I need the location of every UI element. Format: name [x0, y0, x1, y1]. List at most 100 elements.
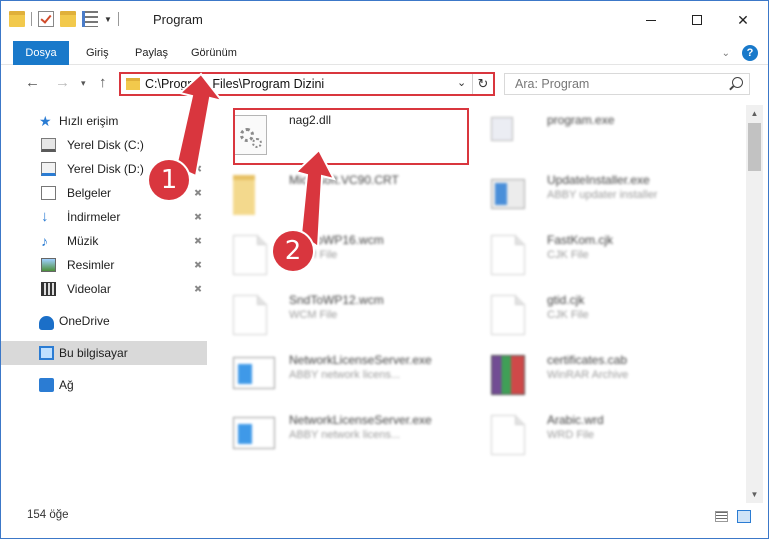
- documents-icon: [41, 186, 56, 200]
- exe-icon: [491, 179, 525, 209]
- folder-icon: [9, 11, 25, 27]
- sidebar-item-label: Müzik: [67, 234, 99, 248]
- tab-view[interactable]: Görünüm: [179, 41, 249, 65]
- up-arrow-icon[interactable]: ↑: [99, 74, 107, 91]
- sidebar-item-videos[interactable]: Videolar ✚: [1, 277, 207, 301]
- separator: [117, 12, 119, 26]
- step-1-badge: 1: [149, 160, 189, 200]
- sidebar-item-label: OneDrive: [59, 314, 110, 328]
- sidebar-item-label: Hızlı erişim: [59, 114, 119, 128]
- maximize-button[interactable]: [674, 1, 720, 39]
- properties-check-icon[interactable]: [38, 11, 54, 27]
- address-dropdown-icon[interactable]: ⌄: [457, 76, 466, 89]
- drive-c-icon: [41, 138, 56, 152]
- sidebar-item-downloads[interactable]: ↓ İndirmeler ✚: [1, 205, 207, 229]
- search-icon: [732, 77, 743, 88]
- search-box[interactable]: Ara: Program: [504, 73, 750, 95]
- tab-file[interactable]: Dosya: [13, 41, 69, 65]
- file-item[interactable]: program.exe: [477, 105, 727, 161]
- file-type: CJK File: [547, 249, 589, 261]
- explorer-window: ▼ Program ✕ Dosya Giriş Paylaş Görünüm ⌄…: [0, 0, 769, 539]
- item-count: 154 öğe: [27, 509, 69, 521]
- file-item[interactable]: SndToWP16.wcm WCM File: [219, 225, 469, 281]
- file-name: SndToWP12.wcm: [289, 293, 384, 307]
- file-type: ABBY updater installer: [547, 189, 658, 201]
- file-type: CJK File: [547, 309, 589, 321]
- star-icon: ★: [39, 113, 52, 129]
- file-name: Arabic.wrd: [547, 413, 604, 427]
- customize-toolbar-dropdown-icon[interactable]: ▼: [104, 15, 112, 24]
- winrar-icon: [491, 355, 525, 395]
- file-name: UpdateInstaller.exe: [547, 173, 650, 187]
- file-name: FastKom.cjk: [547, 233, 614, 247]
- scroll-down-icon[interactable]: ▼: [746, 486, 763, 503]
- address-folder-icon: [126, 78, 140, 90]
- file-name: Microsoft.VC90.CRT: [289, 173, 399, 187]
- folder-icon: [233, 175, 255, 215]
- window-icon: [233, 357, 275, 389]
- forward-arrow-icon[interactable]: →: [55, 74, 70, 91]
- pin-icon: ✚: [190, 258, 205, 272]
- file-icon: [491, 295, 525, 335]
- sidebar-item-music[interactable]: ♪ Müzik ✚: [1, 229, 207, 253]
- file-item[interactable]: NetworkLicenseServer.exe ABBY network li…: [219, 345, 469, 401]
- tab-home[interactable]: Giriş: [74, 41, 121, 65]
- help-icon[interactable]: ?: [742, 45, 758, 61]
- onedrive-cloud-icon: [39, 316, 54, 330]
- sidebar-item-quick-access[interactable]: ★ Hızlı erişim: [1, 109, 207, 133]
- back-arrow-icon[interactable]: ←: [25, 74, 40, 91]
- close-icon: ✕: [737, 11, 749, 28]
- expand-ribbon-chevron-icon[interactable]: ⌄: [722, 48, 730, 59]
- file-icon: [233, 235, 267, 275]
- pin-icon: ✚: [190, 282, 205, 296]
- recent-locations-dropdown-icon[interactable]: ▾: [81, 78, 86, 89]
- refresh-icon[interactable]: ↻: [472, 74, 493, 94]
- file-icon: [491, 415, 525, 455]
- file-type: ABBY network licens...: [289, 429, 401, 441]
- scroll-up-icon[interactable]: ▲: [746, 105, 763, 122]
- scroll-thumb[interactable]: [748, 123, 761, 171]
- details-view-icon[interactable]: [715, 511, 728, 522]
- folder-item[interactable]: Microsoft.VC90.CRT: [219, 165, 469, 221]
- file-name: NetworkLicenseServer.exe: [289, 353, 432, 367]
- large-icons-view-icon[interactable]: [737, 510, 751, 523]
- window-icon: [233, 417, 275, 449]
- minimize-button[interactable]: [628, 1, 674, 39]
- computer-icon: [39, 346, 54, 360]
- file-name: gtid.cjk: [547, 293, 585, 307]
- file-type: WCM File: [289, 309, 338, 321]
- file-name: NetworkLicenseServer.exe: [289, 413, 432, 427]
- file-item[interactable]: FastKom.cjk CJK File: [477, 225, 727, 281]
- file-item[interactable]: SndToWP12.wcm WCM File: [219, 285, 469, 341]
- music-icon: ♪: [41, 233, 48, 249]
- sidebar-item-label: Belgeler: [67, 186, 112, 200]
- address-bar[interactable]: C:\Program Files\Program Dizini ⌄ ↻: [119, 72, 495, 96]
- pin-icon: ✚: [190, 210, 205, 224]
- file-item[interactable]: gtid.cjk CJK File: [477, 285, 727, 341]
- drive-d-icon: [41, 162, 56, 176]
- tab-share[interactable]: Paylaş: [123, 41, 180, 65]
- status-bar: 154 öğe: [1, 505, 768, 527]
- file-item[interactable]: UpdateInstaller.exe ABBY updater install…: [477, 165, 727, 221]
- close-button[interactable]: ✕: [720, 1, 766, 39]
- file-item[interactable]: certificates.cab WinRAR Archive: [477, 345, 727, 401]
- file-item[interactable]: NetworkLicenseServer.exe ABBY network li…: [219, 405, 469, 461]
- file-name: program.exe: [547, 113, 615, 127]
- sidebar-item-network[interactable]: Ağ: [1, 373, 207, 397]
- sidebar-item-drive-c[interactable]: Yerel Disk (C:) ✚: [1, 133, 207, 157]
- vertical-scrollbar[interactable]: ▲ ▼: [746, 105, 763, 503]
- address-path[interactable]: C:\Program Files\Program Dizini: [145, 77, 324, 91]
- new-folder-icon[interactable]: [60, 11, 76, 27]
- sidebar-item-onedrive[interactable]: OneDrive: [1, 309, 207, 333]
- quick-access-toolbar: ▼: [9, 11, 119, 27]
- search-input[interactable]: Ara: Program: [515, 77, 589, 91]
- title-bar: ▼ Program ✕: [1, 1, 768, 39]
- sidebar-item-label: Yerel Disk (C:): [67, 138, 144, 152]
- downloads-icon: ↓: [41, 208, 49, 225]
- file-item[interactable]: Arabic.wrd WRD File: [477, 405, 727, 461]
- details-pane-icon[interactable]: [82, 11, 98, 27]
- videos-icon: [41, 282, 56, 296]
- sidebar-item-pictures[interactable]: Resimler ✚: [1, 253, 207, 277]
- network-icon: [39, 378, 54, 392]
- sidebar-item-this-pc[interactable]: Bu bilgisayar: [1, 341, 207, 365]
